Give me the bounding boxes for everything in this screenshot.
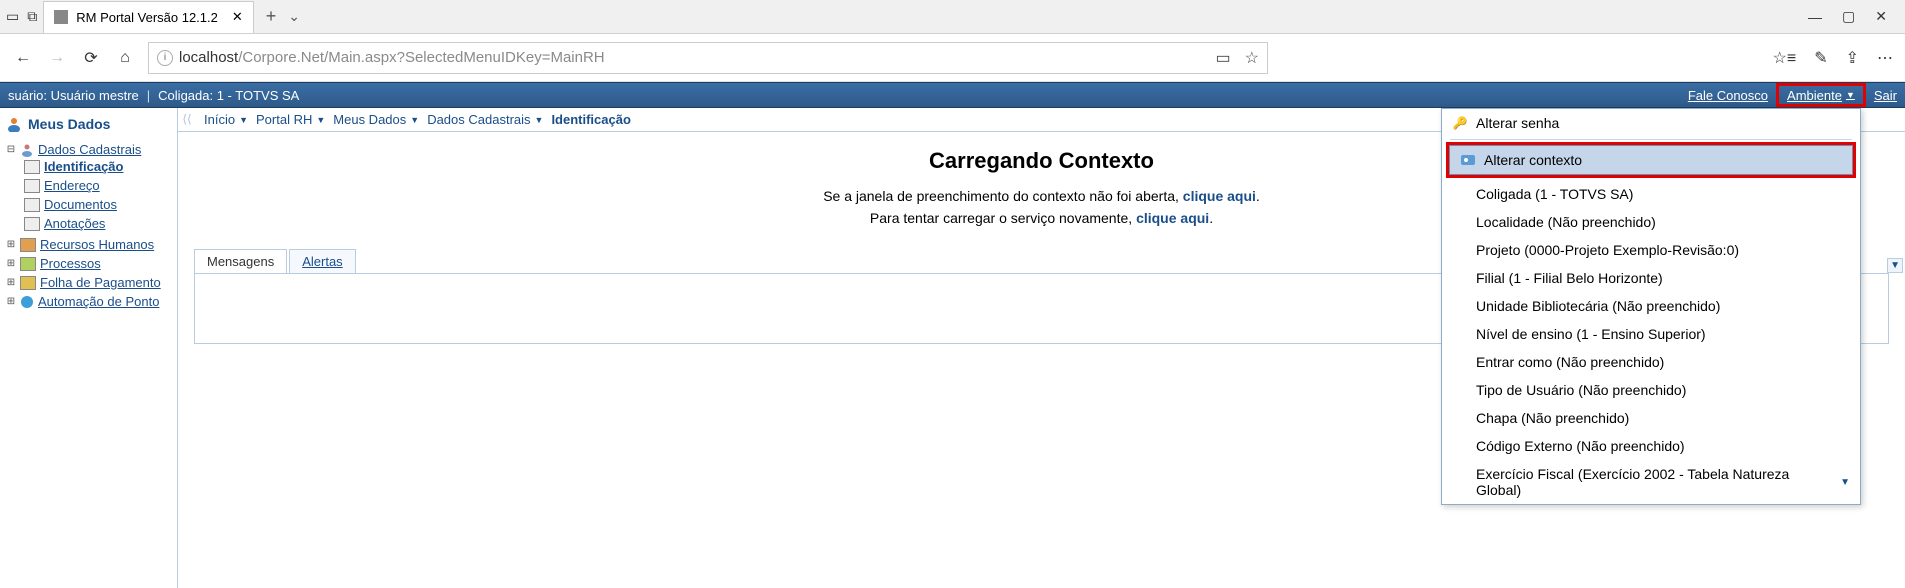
tab-mensagens[interactable]: Mensagens [194, 249, 287, 273]
menu-localidade[interactable]: Localidade (Não preenchido) [1442, 208, 1860, 236]
key-icon: 🔑 [1452, 115, 1468, 131]
sidebar-item-processos[interactable]: Processos [40, 256, 101, 271]
right-panel-toggle[interactable]: ▼ [1887, 258, 1903, 273]
clique-aqui-link-1[interactable]: clique aqui [1183, 188, 1256, 204]
browser-tab[interactable]: RM Portal Versão 12.1.2 ✕ [43, 1, 254, 33]
menu-codigo-externo[interactable]: Código Externo (Não preenchido) [1442, 432, 1860, 460]
app-header: suário: Usuário mestre | Coligada: 1 - T… [0, 82, 1905, 108]
clique-aqui-link-2[interactable]: clique aqui [1136, 210, 1209, 226]
url-text: localhost/Corpore.Net/Main.aspx?Selected… [179, 49, 605, 66]
user-icon [6, 116, 22, 132]
menu-nivel-ensino[interactable]: Nível de ensino (1 - Ensino Superior) [1442, 320, 1860, 348]
address-icon [24, 179, 40, 193]
window-minimize-button[interactable]: — [1808, 9, 1822, 25]
caret-down-icon: ▼ [410, 115, 419, 125]
fale-conosco-link[interactable]: Fale Conosco [1688, 88, 1768, 103]
menu-tipo-usuario[interactable]: Tipo de Usuário (Não preenchido) [1442, 376, 1860, 404]
breadcrumb-portal-rh[interactable]: Portal RH▼ [256, 112, 325, 127]
sidebar: Meus Dados ⊟ Dados Cadastrais Identificaç… [0, 108, 178, 588]
ambiente-dropdown-button[interactable]: Ambiente ▼ [1781, 86, 1861, 105]
header-coligada: Coligada: 1 - TOTVS SA [158, 88, 299, 103]
header-usuario: suário: Usuário mestre [8, 88, 139, 103]
share-icon[interactable]: ⇪ [1846, 48, 1859, 68]
tree-collapse-icon[interactable]: ⊟ [6, 144, 16, 155]
breadcrumb-meus-dados[interactable]: Meus Dados▼ [333, 112, 419, 127]
sidebar-item-folha-pagamento[interactable]: Folha de Pagamento [40, 275, 161, 290]
reading-view-icon[interactable]: ▭ [1216, 48, 1231, 68]
sidebar-item-dados-cadastrais[interactable]: Dados Cadastrais [38, 142, 141, 157]
breadcrumb-active: Identificação [551, 112, 630, 127]
sidebar-item-documentos[interactable]: Documentos [44, 197, 117, 212]
sidebar-tree: ⊟ Dados Cadastrais Identificação Endereço… [0, 140, 177, 311]
sair-link[interactable]: Sair [1874, 88, 1897, 103]
tab-alertas[interactable]: Alertas [289, 249, 355, 273]
hr-icon [20, 238, 36, 252]
menu-alterar-senha[interactable]: 🔑 Alterar senha [1442, 109, 1860, 137]
nav-forward-button[interactable]: → [46, 49, 68, 67]
sidebar-title: Meus Dados [0, 112, 177, 136]
settings-more-icon[interactable]: ⋯ [1877, 48, 1893, 68]
sidebar-item-identificacao[interactable]: Identificação [44, 159, 123, 174]
documents-icon [24, 198, 40, 212]
new-tab-button[interactable]: + [266, 6, 277, 27]
menu-chapa[interactable]: Chapa (Não preenchido) [1442, 404, 1860, 432]
nav-refresh-button[interactable]: ⟳ [80, 48, 102, 68]
notes-icon[interactable]: ✎ [1814, 48, 1827, 68]
site-info-icon[interactable]: i [157, 50, 173, 66]
caret-down-icon: ▼ [316, 115, 325, 125]
context-icon [1460, 152, 1476, 168]
browser-titlebar: ▭ ⧉ RM Portal Versão 12.1.2 ✕ + ⌄ — ▢ ✕ [0, 0, 1905, 34]
caret-down-icon: ▼ [535, 115, 544, 125]
set-aside-icon[interactable]: ⧉ [27, 8, 37, 25]
caret-down-icon: ▼ [1840, 477, 1850, 488]
sidebar-item-anotacoes[interactable]: Anotações [44, 216, 105, 231]
menu-entrar-como[interactable]: Entrar como (Não preenchido) [1442, 348, 1860, 376]
nav-home-button[interactable]: ⌂ [114, 49, 136, 67]
caret-down-icon: ▼ [239, 115, 248, 125]
menu-filial[interactable]: Filial (1 - Filial Belo Horizonte) [1442, 264, 1860, 292]
sidebar-collapse-handle[interactable]: ⟨⟨ [178, 108, 196, 130]
url-field[interactable]: i localhost/Corpore.Net/Main.aspx?Select… [148, 42, 1268, 74]
tab-close-icon[interactable]: ✕ [232, 9, 243, 25]
caret-down-icon: ▼ [1846, 90, 1855, 100]
tree-expand-icon[interactable]: ⊞ [6, 277, 16, 288]
sidebar-item-endereco[interactable]: Endereço [44, 178, 100, 193]
browser-address-bar: ← → ⟳ ⌂ i localhost/Corpore.Net/Main.asp… [0, 34, 1905, 82]
main-area: ⟨⟨ Início▼ Portal RH▼ Meus Dados▼ Dados … [178, 108, 1905, 588]
sidebar-item-recursos-humanos[interactable]: Recursos Humanos [40, 237, 154, 252]
menu-exercicio-fiscal[interactable]: Exercício Fiscal (Exercício 2002 - Tabel… [1442, 460, 1860, 504]
menu-projeto[interactable]: Projeto (0000-Projeto Exemplo-Revisão:0) [1442, 236, 1860, 264]
menu-unidade-bibliotecaria[interactable]: Unidade Bibliotecária (Não preenchido) [1442, 292, 1860, 320]
automation-icon [20, 295, 34, 309]
favorite-star-icon[interactable]: ☆ [1245, 48, 1259, 68]
tabs-more-icon[interactable]: ⌄ [288, 8, 300, 25]
tab-actions-icon[interactable]: ▭ [6, 8, 19, 25]
breadcrumb-inicio[interactable]: Início▼ [204, 112, 248, 127]
sidebar-item-automacao-ponto[interactable]: Automação de Ponto [38, 294, 159, 309]
breadcrumb-dados-cadastrais[interactable]: Dados Cadastrais▼ [427, 112, 543, 127]
menu-coligada[interactable]: Coligada (1 - TOTVS SA) [1442, 180, 1860, 208]
payroll-icon [20, 276, 36, 290]
ambiente-highlight-box: Ambiente ▼ [1776, 83, 1866, 107]
favorites-icon[interactable]: ☆≡ [1773, 48, 1797, 68]
window-close-button[interactable]: ✕ [1875, 8, 1887, 25]
user-small-icon [20, 143, 34, 157]
tree-expand-icon[interactable]: ⊞ [6, 258, 16, 269]
id-icon [24, 160, 40, 174]
tab-title: RM Portal Versão 12.1.2 [76, 10, 218, 25]
nav-back-button[interactable]: ← [12, 49, 34, 67]
menu-separator [1450, 139, 1852, 140]
alterar-contexto-highlight-box: Alterar contexto [1446, 142, 1856, 178]
tab-favicon-icon [54, 10, 68, 24]
process-icon [20, 257, 36, 271]
notes-tree-icon [24, 217, 40, 231]
menu-alterar-contexto[interactable]: Alterar contexto [1449, 145, 1853, 175]
ambiente-dropdown-menu: 🔑 Alterar senha Alterar contexto Coligad… [1441, 108, 1861, 505]
window-maximize-button[interactable]: ▢ [1842, 8, 1855, 25]
tree-expand-icon[interactable]: ⊞ [6, 296, 16, 307]
tree-expand-icon[interactable]: ⊞ [6, 239, 16, 250]
